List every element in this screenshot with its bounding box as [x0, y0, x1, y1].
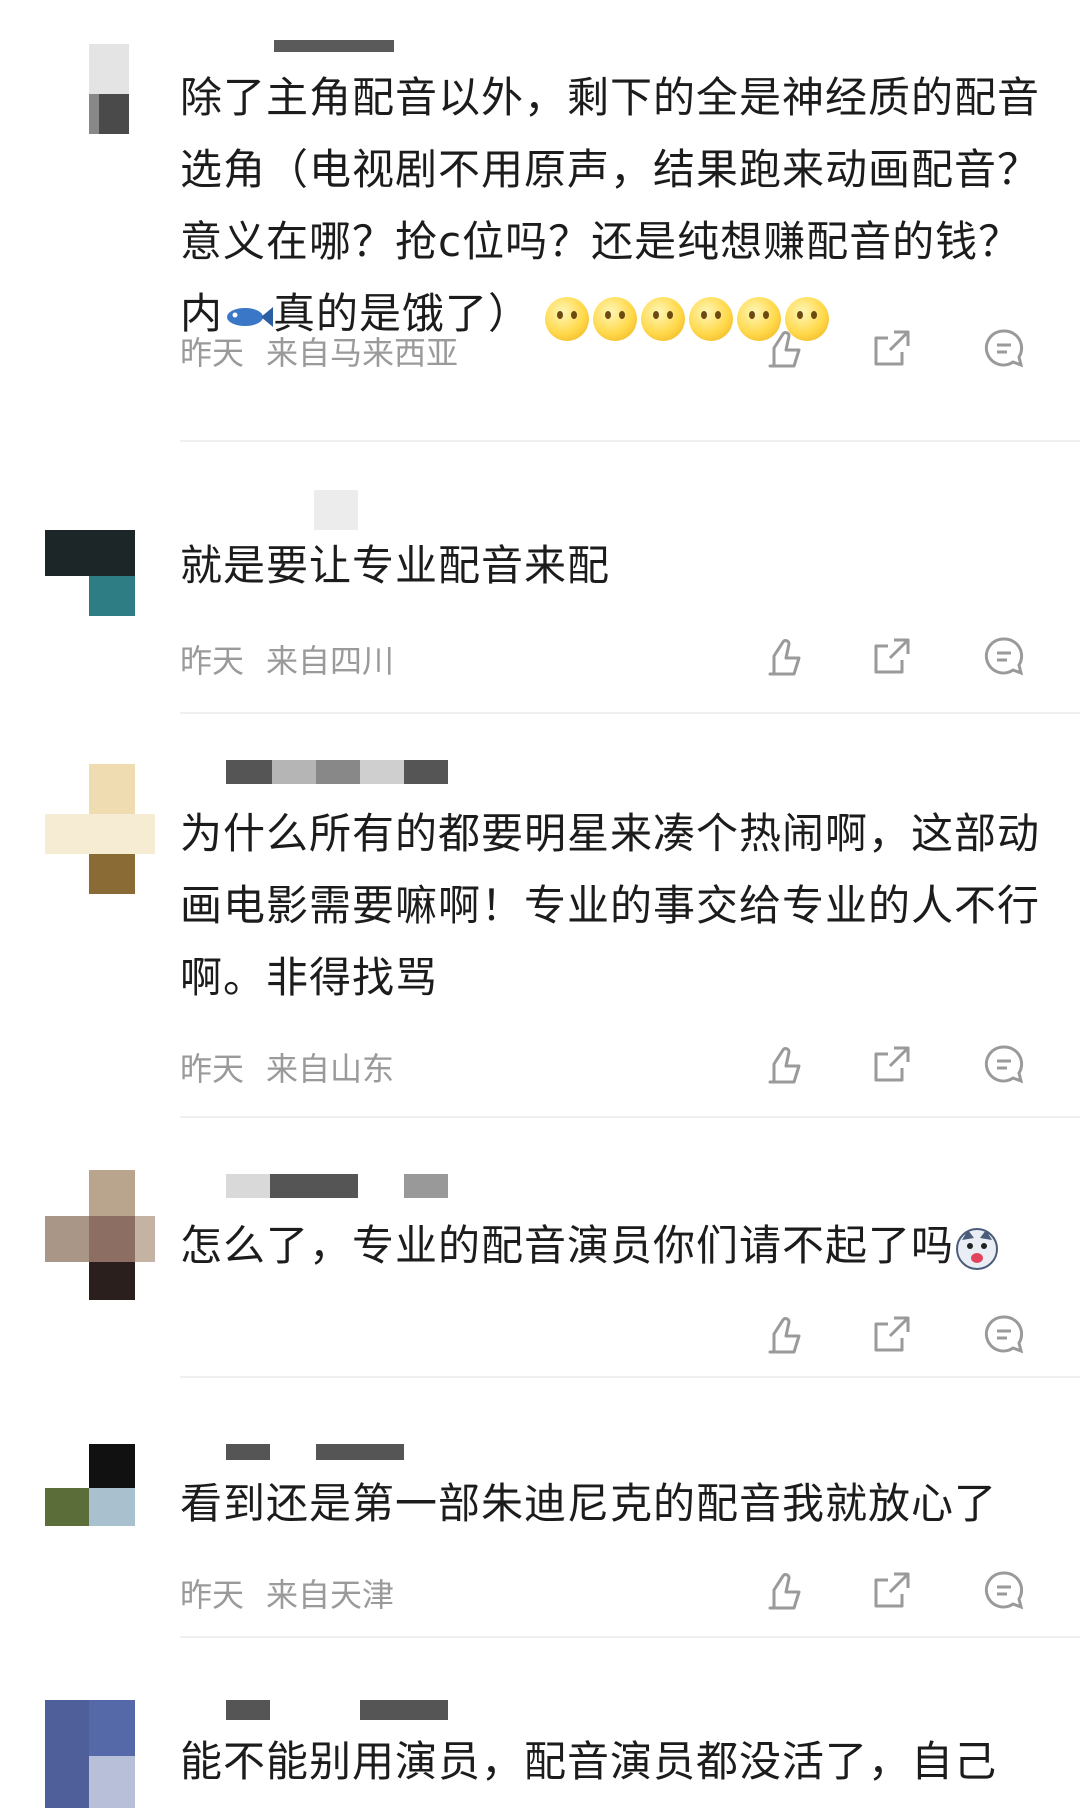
thumbs-up-icon	[768, 331, 801, 368]
reply-button[interactable]	[982, 1042, 1026, 1086]
comment-text: 为什么所有的都要明星来凑个热闹啊，这部动画电影需要嘛啊！专业的事交给专业的人不行…	[180, 809, 1041, 1002]
comment-time: 昨天	[180, 642, 245, 680]
comment-location: 来自山东	[266, 1050, 395, 1088]
share-icon	[874, 330, 910, 366]
avatar[interactable]	[45, 1700, 155, 1810]
thinking-emoji-icon	[593, 297, 638, 341]
divider	[180, 712, 1080, 714]
reply-button[interactable]	[982, 1568, 1026, 1612]
comment-icon	[984, 637, 1024, 676]
comment-meta	[180, 1314, 202, 1352]
comment-text: 怎么了，专业的配音演员你们请不起了吗	[180, 1210, 1040, 1282]
avatar[interactable]	[45, 530, 155, 640]
avatar[interactable]	[45, 764, 155, 894]
share-icon	[874, 1572, 910, 1608]
like-button[interactable]	[760, 1312, 804, 1356]
eyeroll-emoji-icon	[689, 297, 734, 341]
divider	[180, 1116, 1080, 1118]
comment-actions	[760, 1042, 1040, 1090]
share-button[interactable]	[870, 1568, 914, 1612]
like-button[interactable]	[760, 326, 804, 370]
thinking-emoji-icon	[641, 297, 686, 341]
avatar[interactable]	[45, 1170, 155, 1300]
comment-text: 除了主角配音以外，剩下的全是神经质的配音选角（电视剧不用原声，结果跑来动画配音？…	[180, 62, 1040, 353]
comment-icon	[984, 1571, 1024, 1610]
comment-location: 来自马来西亚	[266, 334, 459, 372]
share-icon	[874, 1316, 910, 1352]
comment-actions	[760, 326, 1040, 374]
comment-meta: 昨天 来自马来西亚	[180, 328, 458, 374]
comment-icon	[984, 1045, 1024, 1084]
divider	[180, 1636, 1080, 1638]
comment-location: 来自天津	[266, 1576, 395, 1614]
comment-location: 来自四川	[266, 642, 395, 680]
thumbs-up-icon	[768, 1573, 801, 1610]
thumbs-up-icon	[768, 1317, 801, 1354]
comment-meta: 昨天 来自山东	[180, 1044, 394, 1090]
comment-icon	[984, 329, 1024, 368]
comment-time: 昨天	[180, 1050, 245, 1088]
share-button[interactable]	[870, 1042, 914, 1086]
comment-actions	[760, 634, 1040, 682]
reply-button[interactable]	[982, 326, 1026, 370]
share-icon	[874, 1046, 910, 1082]
comment-actions	[760, 1568, 1040, 1616]
comment-actions	[760, 1312, 1040, 1360]
reply-button[interactable]	[982, 634, 1026, 678]
comment-time: 昨天	[180, 1576, 245, 1614]
thumbs-up-icon	[768, 1047, 801, 1084]
avatar[interactable]	[45, 44, 155, 154]
comment-time: 昨天	[180, 334, 245, 372]
share-icon	[874, 638, 910, 674]
thinking-emoji-icon	[545, 297, 590, 341]
comment-text: 就是要让专业配音来配	[180, 541, 611, 590]
avatar[interactable]	[45, 1444, 155, 1554]
like-button[interactable]	[760, 634, 804, 678]
share-button[interactable]	[870, 1312, 914, 1356]
comment-meta: 昨天 来自天津	[180, 1570, 394, 1616]
share-button[interactable]	[870, 634, 914, 678]
like-button[interactable]	[760, 1568, 804, 1612]
comment-icon	[984, 1315, 1024, 1354]
like-button[interactable]	[760, 1042, 804, 1086]
comment-text: 能不能别用演员，配音演员都没活了，自己	[180, 1737, 998, 1786]
husky-emoji-icon	[956, 1227, 999, 1270]
comment-meta: 昨天 来自四川	[180, 636, 394, 682]
comment-text: 看到还是第一部朱迪尼克的配音我就放心了	[180, 1479, 998, 1528]
share-button[interactable]	[870, 326, 914, 370]
divider	[180, 440, 1080, 442]
divider	[180, 1376, 1080, 1378]
reply-button[interactable]	[982, 1312, 1026, 1356]
thumbs-up-icon	[768, 639, 801, 676]
comment-list: 除了主角配音以外，剩下的全是神经质的配音选角（电视剧不用原声，结果跑来动画配音？…	[0, 0, 1080, 1808]
fish-emoji-icon	[227, 306, 274, 327]
